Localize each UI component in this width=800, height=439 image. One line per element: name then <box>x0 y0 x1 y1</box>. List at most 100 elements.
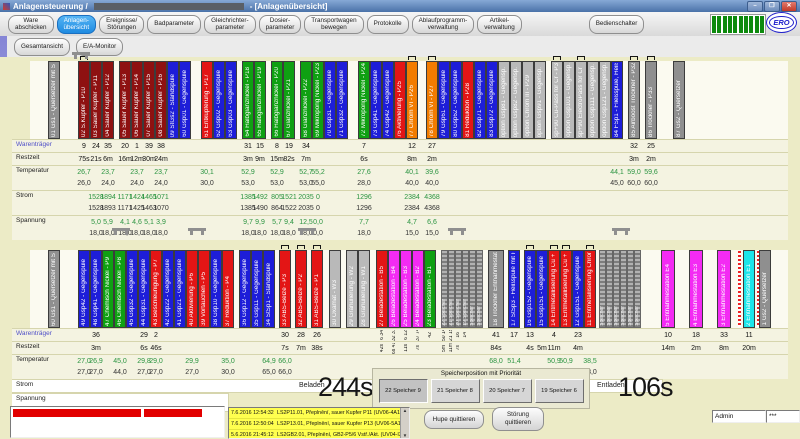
close-button[interactable]: ✕ <box>781 1 797 12</box>
tank-87[interactable]: 87 Gs2 - Quersetzer <box>673 61 685 139</box>
toolbar-button-ereignisse/störungen[interactable]: Ereignisse/Störungen <box>99 15 144 34</box>
tank-option[interactable]: option Gsp101 - Gegensp. <box>563 61 575 139</box>
tank-42[interactable]: 42 Gsp22 - Gegenspüle <box>162 250 174 328</box>
tank-2[interactable]: 2 Entnahmestation E1 <box>743 250 755 328</box>
tank-19[interactable]: 19 Speicher <box>462 250 469 328</box>
tank-06[interactable]: 06 Sauer Kupfer - P14 <box>131 61 143 139</box>
tank-20[interactable]: 20 Speicher <box>455 250 462 328</box>
toolbar-button-wareabschicken[interactable]: Wareabschicken <box>8 15 54 34</box>
tank-40[interactable]: 40 Aktivierung - P6 <box>186 250 198 328</box>
tank-37[interactable]: 37 Reduktion - P4 <box>222 250 234 328</box>
tank-72[interactable]: 72 Mikroporig Nickel - P24 <box>358 61 370 139</box>
tank-34[interactable]: 34 StSp1 - Standspüle <box>263 250 275 328</box>
log-entry[interactable]: 7.6.2016 12:54:32LS2P11.01, Přeplnění, s… <box>229 408 409 419</box>
subbar-button-gesamtansicht[interactable]: Gesamtansicht <box>14 38 70 56</box>
tank-1[interactable]: 1 Gs2 - Quersetzer <box>759 250 771 328</box>
tank-23[interactable]: 23 Beladestation - B1 <box>424 250 436 328</box>
tank-46[interactable]: 46 Chemisch Nickel - P8 <box>114 250 126 328</box>
tank-03[interactable]: 03 Sauer Kupfer - P11 <box>90 61 102 139</box>
scroll-down-icon[interactable]: ▼ <box>403 433 407 438</box>
tank-option[interactable]: option Gsp81 - Gegensp. <box>498 61 510 139</box>
tank-28[interactable]: 28 Granulierung - W1 <box>358 250 370 328</box>
speicher-button-19[interactable]: 19 Speicher 6 <box>535 379 584 403</box>
tank-option[interactable]: Speicher <box>620 250 627 328</box>
tank-86[interactable]: 86 Trockner - P33 <box>645 61 657 139</box>
tank-81[interactable]: 81 Reduktion - P28 <box>462 61 474 139</box>
toolbar-button-anlagen-übersicht[interactable]: Anlagen-übersicht <box>57 15 97 34</box>
tank-44[interactable]: 44 Gsp31 - Gegenspüle <box>138 250 150 328</box>
tank-option[interactable]: option Gsp91 - Gegensp. <box>534 61 546 139</box>
tank-option[interactable]: Speicher <box>469 250 476 328</box>
maximize-button[interactable]: ❐ <box>764 1 780 12</box>
tank-22[interactable]: 22 Speicher <box>441 250 448 328</box>
tank-66[interactable]: 66 Halbglanznickel - P20 <box>271 61 283 139</box>
tank-62[interactable]: 62 Gsp02 - Gegenspüle <box>213 61 225 139</box>
tank-21[interactable]: 21 Speicher <box>448 250 455 328</box>
tank-48[interactable]: 48 Gsp41 - Gegenspüle <box>90 250 102 328</box>
tank-option[interactable]: Speicher <box>476 250 483 328</box>
log-entry[interactable]: 5.6.2016 21:45:12LS2GB2.01, Přeplnění, G… <box>229 430 409 439</box>
tank-47[interactable]: 47 Chemisch Nickel - P9 <box>102 250 114 328</box>
tank-24[interactable]: 24 Beladestation - B2 <box>412 250 424 328</box>
tank-11[interactable]: 11 Entmetallisierung Chrom <box>584 250 596 328</box>
stoerung-quittieren-button[interactable]: Störung quittieren <box>492 407 544 431</box>
tank-25[interactable]: 25 Beladestation - B3 <box>400 250 412 328</box>
tank-17[interactable]: 17 StSp3 - Heißspüle mit IG <box>508 250 520 328</box>
tank-79[interactable]: 79 Gsp61 - Gegenspüle <box>438 61 450 139</box>
tank-30[interactable]: 30 Oxamat - W3 <box>329 250 341 328</box>
tank-60[interactable]: 60 Gsp01 - Gegenspüle <box>179 61 191 139</box>
tank-49[interactable]: 49 Gsp42 - Gegenspüle <box>78 250 90 328</box>
toolbar-button-bedienschalter[interactable]: Bedienschalter <box>589 15 645 34</box>
tank-option[interactable]: sp+90 Cu-Pass for Cr - P30 <box>551 61 563 139</box>
tank-45[interactable]: 45 Gsp32 - Gegenspüle <box>126 250 138 328</box>
tank-67[interactable]: 67 Glanznickel - P21 <box>283 61 295 139</box>
tank-09[interactable]: 09 StGs2 - Standspüle <box>167 61 179 139</box>
tank-35[interactable]: 35 Gsp11 - Gegenspüle <box>251 250 263 328</box>
tank-16[interactable]: 16 Gsp152 - Gegenspüle <box>524 250 536 328</box>
tank-71[interactable]: 71 Gsp32 - Gegenspüle <box>336 61 348 139</box>
toolbar-button-artikel-verwaltung[interactable]: Artikel-verwaltung <box>477 15 521 34</box>
tank-73[interactable]: 73 Gsp41 - Gegenspüle <box>370 61 382 139</box>
tank-61[interactable]: 61 Entkupferung - P17 <box>201 61 213 139</box>
tank-27[interactable]: 27 Beladestation - B5 <box>376 250 388 328</box>
tank-63[interactable]: 63 Gsp03 - Gegenspüle <box>225 61 237 139</box>
tank-38[interactable]: 38 Gsp10 - Gegenspüle <box>210 250 222 328</box>
tank-3[interactable]: 3 Entnahmestation E2 <box>717 250 731 328</box>
toolbar-button-gleichrichter-parameter[interactable]: Gleichrichter-parameter <box>204 15 255 34</box>
toolbar-button-protokolle[interactable]: Protokolle <box>367 15 409 34</box>
tank-01[interactable]: 01 Gs1 - Quersetzer mit S <box>48 61 60 139</box>
log-entry[interactable]: 7.6.2016 12:50:04LS2P13.01, Přeplnění, s… <box>229 419 409 430</box>
toolbar-button-ablaufprogramm-verwaltung[interactable]: Ablaufprogramm-verwaltung <box>412 15 475 34</box>
tank-77[interactable]: 77 Chrom VI - P26 <box>406 61 418 139</box>
tank-option[interactable]: Speicher <box>599 250 606 328</box>
tank-4[interactable]: 4 Entnahmestation E3 <box>689 250 703 328</box>
user-name-field[interactable]: Admin <box>712 410 766 423</box>
log-scrollbar[interactable]: ▲ ▼ <box>400 408 409 438</box>
tank-option[interactable]: Speicher <box>613 250 620 328</box>
tank-31[interactable]: 31 ABS-Beize - P1 <box>311 250 323 328</box>
tank-64[interactable]: 64 Halbglanznickel - P18 <box>242 61 254 139</box>
tank-39[interactable]: 39 Vortauchen - P5 <box>198 250 210 328</box>
tank-68[interactable]: 68 Glanznickel - P22 <box>300 61 312 139</box>
tank-80[interactable]: 80 Gsp62 - Gegenspüle <box>450 61 462 139</box>
tank-02[interactable]: 02 S.Kupfer - P10 <box>78 61 90 139</box>
tank-74[interactable]: 74 Gsp42 - Gegenspüle <box>382 61 394 139</box>
tank-43[interactable]: 43 Beschleunigung - P7 <box>150 250 162 328</box>
toolbar-button-dosier-parameter[interactable]: Dosier-parameter <box>259 15 302 34</box>
tank-05[interactable]: 05 Sauer Kupfer - P13 <box>119 61 131 139</box>
tank-07[interactable]: 07 Sauer Kupfer - P15 <box>143 61 155 139</box>
tank-69[interactable]: 69 Mikroporig Nickel - P23 <box>312 61 324 139</box>
tank-12[interactable]: 12 Gsp151 - Gegenspüle <box>572 250 584 328</box>
tank-41[interactable]: 41 Gsp21 - Gegenspüle <box>174 250 186 328</box>
tank-26[interactable]: 26 Beladestation - B4 <box>388 250 400 328</box>
tank-65[interactable]: 65 Halbglanznickel - P19 <box>254 61 266 139</box>
tank-option[interactable]: option Gsp82 - Gegensp. <box>510 61 522 139</box>
toolbar-button-badparameter[interactable]: Badparameter <box>147 15 201 34</box>
tank-option[interactable]: Speicher <box>634 250 641 328</box>
speicher-button-21[interactable]: 21 Speicher 8 <box>431 379 480 403</box>
tank-13[interactable]: 13 Entmetallisierung Cu + Ni <box>560 250 572 328</box>
speicher-button-20[interactable]: 20 Speicher 7 <box>483 379 532 403</box>
minimize-button[interactable]: – <box>747 1 763 12</box>
tank-option[interactable]: option Chrom III - P29 <box>522 61 534 139</box>
tank-option[interactable]: option Gsp121 - Gegensp. <box>599 61 611 139</box>
